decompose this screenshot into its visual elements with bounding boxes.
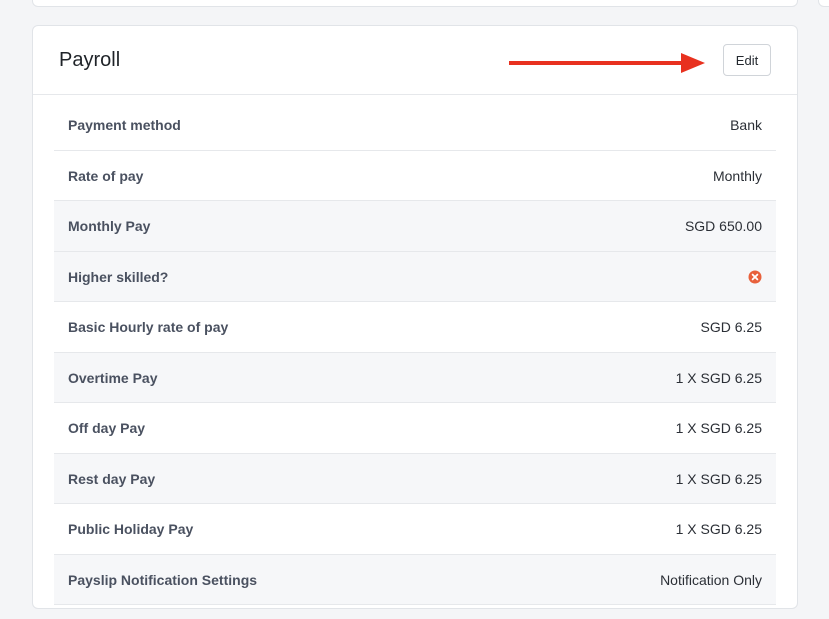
list-item-overtime-pay: Overtime Pay 1 X SGD 6.25 bbox=[54, 352, 776, 403]
row-value: Monthly bbox=[712, 167, 762, 184]
row-label: Public Holiday Pay bbox=[68, 521, 194, 537]
payroll-details-list: Payment method Bank Rate of pay Monthly … bbox=[54, 100, 776, 605]
card-header: Payroll Edit bbox=[33, 26, 797, 95]
list-item-public-holiday-pay: Public Holiday Pay 1 X SGD 6.25 bbox=[54, 504, 776, 555]
list-item-rate-of-pay: Rate of pay Monthly bbox=[54, 151, 776, 201]
row-label: Basic Hourly rate of pay bbox=[68, 319, 229, 335]
list-item-payment-method: Payment method Bank bbox=[54, 100, 776, 151]
card-title: Payroll bbox=[59, 49, 121, 71]
red-arrow-icon bbox=[509, 53, 705, 73]
x-circle-icon bbox=[748, 270, 762, 283]
row-label: Rate of pay bbox=[68, 167, 144, 184]
list-item-basic-hourly-rate: Basic Hourly rate of pay SGD 6.25 bbox=[54, 302, 776, 353]
row-value: Notification Only bbox=[660, 571, 762, 588]
row-label: Higher skilled? bbox=[68, 268, 169, 285]
row-label: Monthly Pay bbox=[68, 218, 151, 234]
row-label: Off day Pay bbox=[68, 420, 146, 436]
previous-card bbox=[32, 0, 798, 7]
list-item-higher-skilled: Higher skilled? bbox=[54, 251, 776, 302]
row-value: 1 X SGD 6.25 bbox=[675, 521, 762, 537]
row-value: 1 X SGD 6.25 bbox=[675, 420, 762, 436]
list-item-off-day-pay: Off day Pay 1 X SGD 6.25 bbox=[54, 403, 776, 454]
list-item-monthly-pay: Monthly Pay SGD 650.00 bbox=[54, 201, 776, 252]
list-item-rest-day-pay: Rest day Pay 1 X SGD 6.25 bbox=[54, 453, 776, 504]
row-value: 1 X SGD 6.25 bbox=[675, 369, 762, 386]
row-label: Payment method bbox=[68, 117, 181, 133]
row-value: 1 X SGD 6.25 bbox=[675, 470, 762, 487]
row-value: Bank bbox=[730, 117, 762, 133]
row-label: Payslip Notification Settings bbox=[68, 571, 258, 588]
edit-button[interactable]: Edit bbox=[723, 44, 771, 76]
payroll-card: Payroll Edit Payment method Bank Rate of… bbox=[32, 25, 798, 609]
row-label: Rest day Pay bbox=[68, 470, 156, 487]
row-value: SGD 6.25 bbox=[700, 319, 762, 335]
adjacent-card bbox=[818, 0, 829, 7]
row-label: Overtime Pay bbox=[68, 369, 158, 386]
row-value: SGD 650.00 bbox=[684, 218, 762, 234]
list-item-payslip-notification: Payslip Notification Settings Notificati… bbox=[54, 554, 776, 605]
